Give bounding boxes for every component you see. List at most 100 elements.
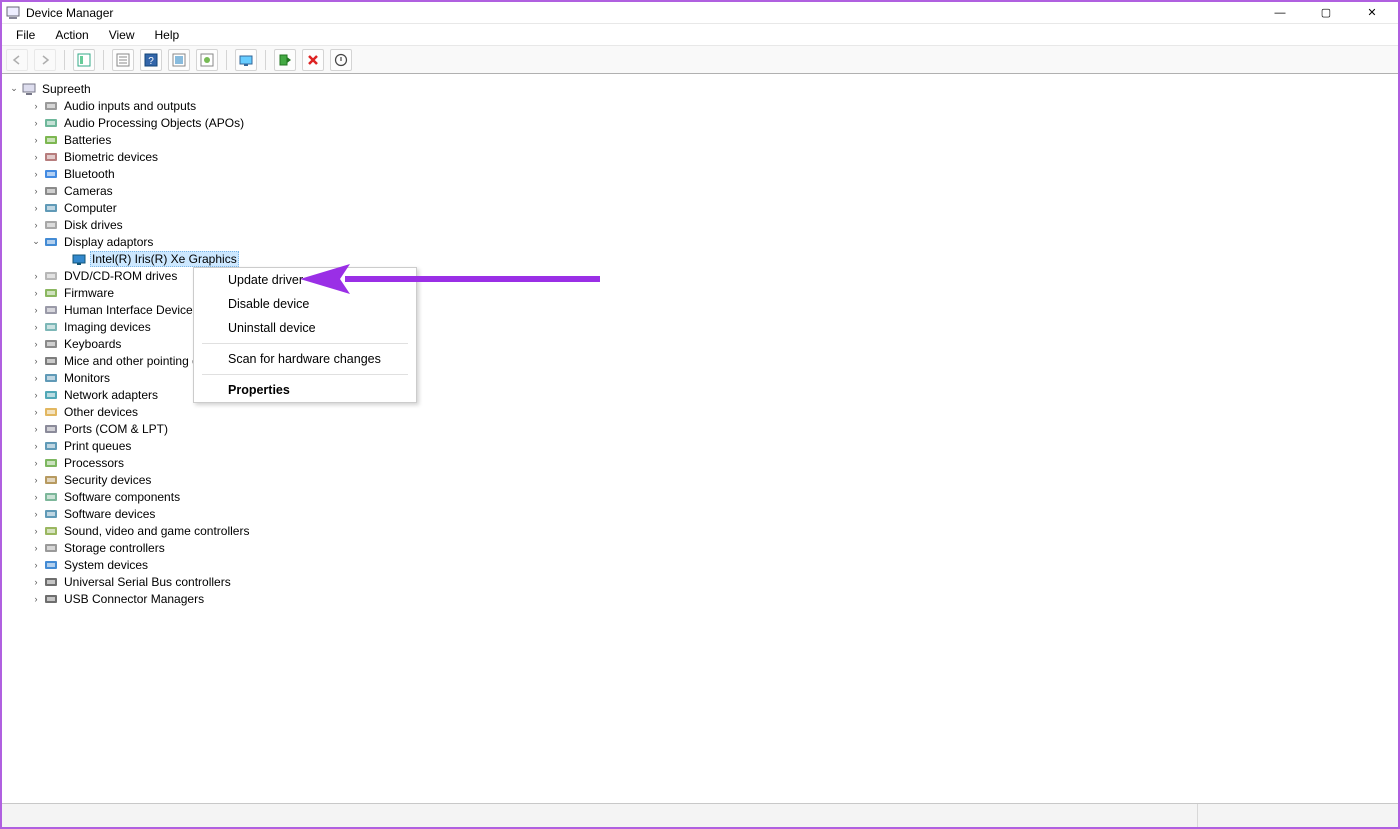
scan-hardware-button[interactable]	[235, 49, 257, 71]
category-icon	[44, 422, 58, 436]
menu-help[interactable]: Help	[145, 26, 190, 44]
properties-button[interactable]	[112, 49, 134, 71]
chevron-icon[interactable]: ›	[30, 338, 42, 350]
tree-category[interactable]: ›Disk drives	[8, 216, 1398, 233]
tree-category[interactable]: ›Bluetooth	[8, 165, 1398, 182]
chevron-icon[interactable]: ›	[30, 287, 42, 299]
disable-button[interactable]	[330, 49, 352, 71]
chevron-icon[interactable]: ›	[30, 457, 42, 469]
category-icon	[44, 116, 58, 130]
tree-category[interactable]: › Audio Processing Objects (APOs)	[8, 114, 1398, 131]
category-icon	[44, 354, 58, 368]
tree-category[interactable]: ›Storage controllers	[8, 539, 1398, 556]
category-icon	[44, 337, 58, 351]
category-label: Monitors	[62, 371, 112, 385]
category-icon	[44, 150, 58, 164]
category-label: Human Interface Devices	[62, 303, 201, 317]
toolbar-separator	[226, 50, 227, 70]
tree-category[interactable]: ›Security devices	[8, 471, 1398, 488]
menu-update-driver[interactable]: Update driver	[194, 268, 416, 292]
category-icon	[44, 541, 58, 555]
tree-category[interactable]: ›Batteries	[8, 131, 1398, 148]
chevron-icon[interactable]: ›	[30, 185, 42, 197]
category-label: Audio Processing Objects (APOs)	[62, 116, 246, 130]
action-button-1[interactable]	[168, 49, 190, 71]
tree-category[interactable]: ›Software components	[8, 488, 1398, 505]
toolbar-separator	[103, 50, 104, 70]
toolbar-separator	[64, 50, 65, 70]
tree-category[interactable]: ⌄ Display adaptors	[8, 233, 1398, 250]
category-label: Display adaptors	[62, 235, 155, 249]
update-driver-button[interactable]	[274, 49, 296, 71]
uninstall-button[interactable]	[302, 49, 324, 71]
chevron-icon[interactable]: ›	[30, 576, 42, 588]
chevron-icon[interactable]: ⌄	[30, 236, 42, 248]
tree-root[interactable]: ⌄ Supreeth	[8, 80, 1398, 97]
tree-category[interactable]: › Cameras	[8, 182, 1398, 199]
window-title: Device Manager	[26, 6, 1266, 20]
chevron-icon[interactable]: ›	[30, 389, 42, 401]
device-label: Intel(R) Iris(R) Xe Graphics	[90, 251, 239, 267]
minimize-button[interactable]: —	[1266, 5, 1294, 21]
maximize-button[interactable]: ▢	[1312, 5, 1340, 21]
chevron-icon[interactable]: ›	[30, 304, 42, 316]
chevron-icon[interactable]: ›	[30, 372, 42, 384]
chevron-icon[interactable]: ›	[30, 593, 42, 605]
category-label: Sound, video and game controllers	[62, 524, 251, 538]
tree-category[interactable]: ›Software devices	[8, 505, 1398, 522]
category-icon	[44, 269, 58, 283]
chevron-icon[interactable]: ›	[30, 423, 42, 435]
tree-category[interactable]: ›Biometric devices	[8, 148, 1398, 165]
chevron-icon[interactable]: ›	[30, 219, 42, 231]
chevron-icon[interactable]: ›	[30, 100, 42, 112]
chevron-down-icon[interactable]: ⌄	[8, 83, 20, 95]
chevron-icon[interactable]: ›	[30, 270, 42, 282]
menu-view[interactable]: View	[99, 26, 145, 44]
close-button[interactable]: ✕	[1358, 5, 1386, 21]
chevron-icon[interactable]: ›	[30, 134, 42, 146]
tree-category[interactable]: › USB Connector Managers	[8, 590, 1398, 607]
category-label: DVD/CD-ROM drives	[62, 269, 179, 283]
chevron-icon[interactable]: ›	[30, 525, 42, 537]
device-tree[interactable]: ⌄ Supreeth ›Audio inputs and outputs›Aud…	[2, 74, 1398, 803]
category-icon	[44, 133, 58, 147]
status-cell	[2, 804, 1198, 827]
menu-uninstall-device[interactable]: Uninstall device	[194, 316, 416, 340]
tree-category[interactable]: ›Other devices	[8, 403, 1398, 420]
menu-file[interactable]: File	[6, 26, 45, 44]
chevron-icon[interactable]: ›	[30, 508, 42, 520]
tree-device-selected[interactable]: Intel(R) Iris(R) Xe Graphics	[8, 250, 1398, 267]
chevron-icon[interactable]: ›	[30, 321, 42, 333]
tree-category[interactable]: ›Processors	[8, 454, 1398, 471]
show-hide-tree-button[interactable]	[73, 49, 95, 71]
category-label: Computer	[62, 201, 119, 215]
chevron-icon[interactable]: ›	[30, 151, 42, 163]
tree-category[interactable]: ›Print queues	[8, 437, 1398, 454]
chevron-icon[interactable]: ›	[30, 168, 42, 180]
category-label: Cameras	[62, 184, 115, 198]
chevron-icon[interactable]: ›	[30, 406, 42, 418]
chevron-icon[interactable]: ›	[30, 491, 42, 503]
help-button[interactable]: ?	[140, 49, 162, 71]
category-label: USB Connector Managers	[62, 592, 206, 606]
tree-category[interactable]: ›Universal Serial Bus controllers	[8, 573, 1398, 590]
chevron-icon[interactable]: ›	[30, 355, 42, 367]
chevron-icon[interactable]: ›	[30, 117, 42, 129]
menu-properties[interactable]: Properties	[194, 378, 416, 402]
chevron-icon[interactable]: ›	[30, 440, 42, 452]
menu-scan-hardware[interactable]: Scan for hardware changes	[194, 347, 416, 371]
chevron-icon[interactable]: ›	[30, 202, 42, 214]
chevron-icon[interactable]: ›	[30, 559, 42, 571]
category-label: Firmware	[62, 286, 116, 300]
tree-category[interactable]: ›Audio inputs and outputs	[8, 97, 1398, 114]
tree-category[interactable]: ›Ports (COM & LPT)	[8, 420, 1398, 437]
tree-category[interactable]: › Computer	[8, 199, 1398, 216]
tree-category[interactable]: ›System devices	[8, 556, 1398, 573]
menu-action[interactable]: Action	[45, 26, 98, 44]
chevron-icon[interactable]: ›	[30, 474, 42, 486]
action-button-2[interactable]	[196, 49, 218, 71]
menu-disable-device[interactable]: Disable device	[194, 292, 416, 316]
tree-category[interactable]: › Sound, video and game controllers	[8, 522, 1398, 539]
chevron-icon[interactable]: ›	[30, 542, 42, 554]
menu-bar: File Action View Help	[2, 24, 1398, 46]
